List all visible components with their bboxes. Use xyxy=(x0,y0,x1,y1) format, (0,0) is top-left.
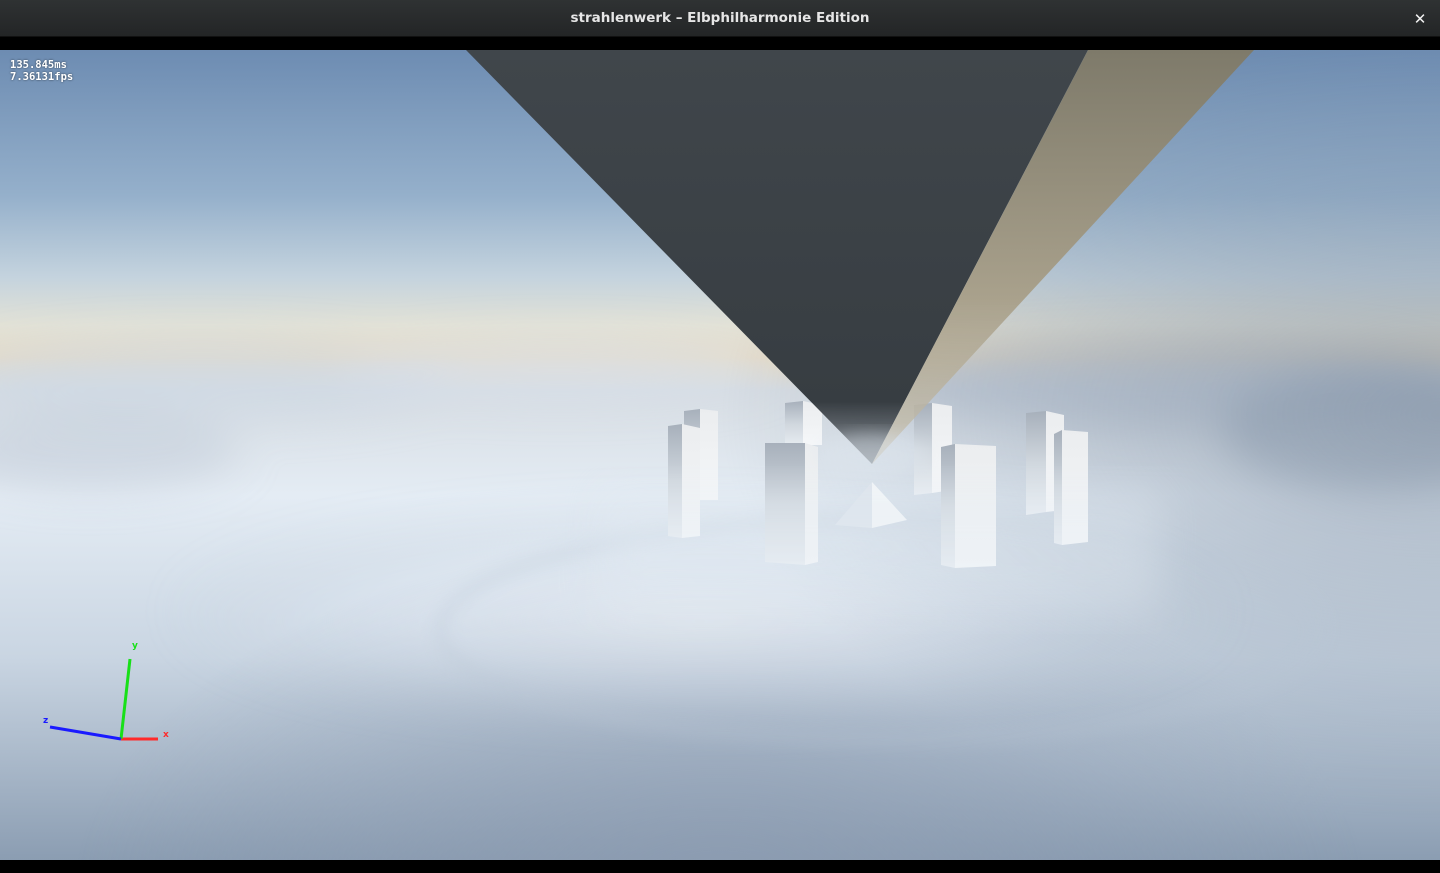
z-axis-label: z xyxy=(43,716,49,726)
performance-overlay: 135.845ms 7.36131fps xyxy=(10,59,73,83)
title-bar[interactable]: strahlenwerk – Elbphilharmonie Edition ✕ xyxy=(0,0,1440,37)
fog-veil xyxy=(600,490,1160,610)
viewport-border-top xyxy=(0,37,1440,50)
y-axis-label: y xyxy=(132,641,138,651)
fps-counter: 7.36131fps xyxy=(10,71,74,83)
render-viewport[interactable] xyxy=(0,50,1440,860)
frame-time: 135.845ms xyxy=(10,59,67,71)
tower xyxy=(785,401,803,447)
tip-fog xyxy=(817,433,927,477)
window-title: strahlenwerk – Elbphilharmonie Edition xyxy=(570,10,870,26)
close-icon[interactable]: ✕ xyxy=(1410,9,1430,29)
app-window: strahlenwerk – Elbphilharmonie Edition ✕ xyxy=(0,0,1440,873)
scene-canvas[interactable] xyxy=(0,50,1440,860)
x-axis-label: x xyxy=(163,730,169,740)
viewport-border-bottom xyxy=(0,860,1440,873)
